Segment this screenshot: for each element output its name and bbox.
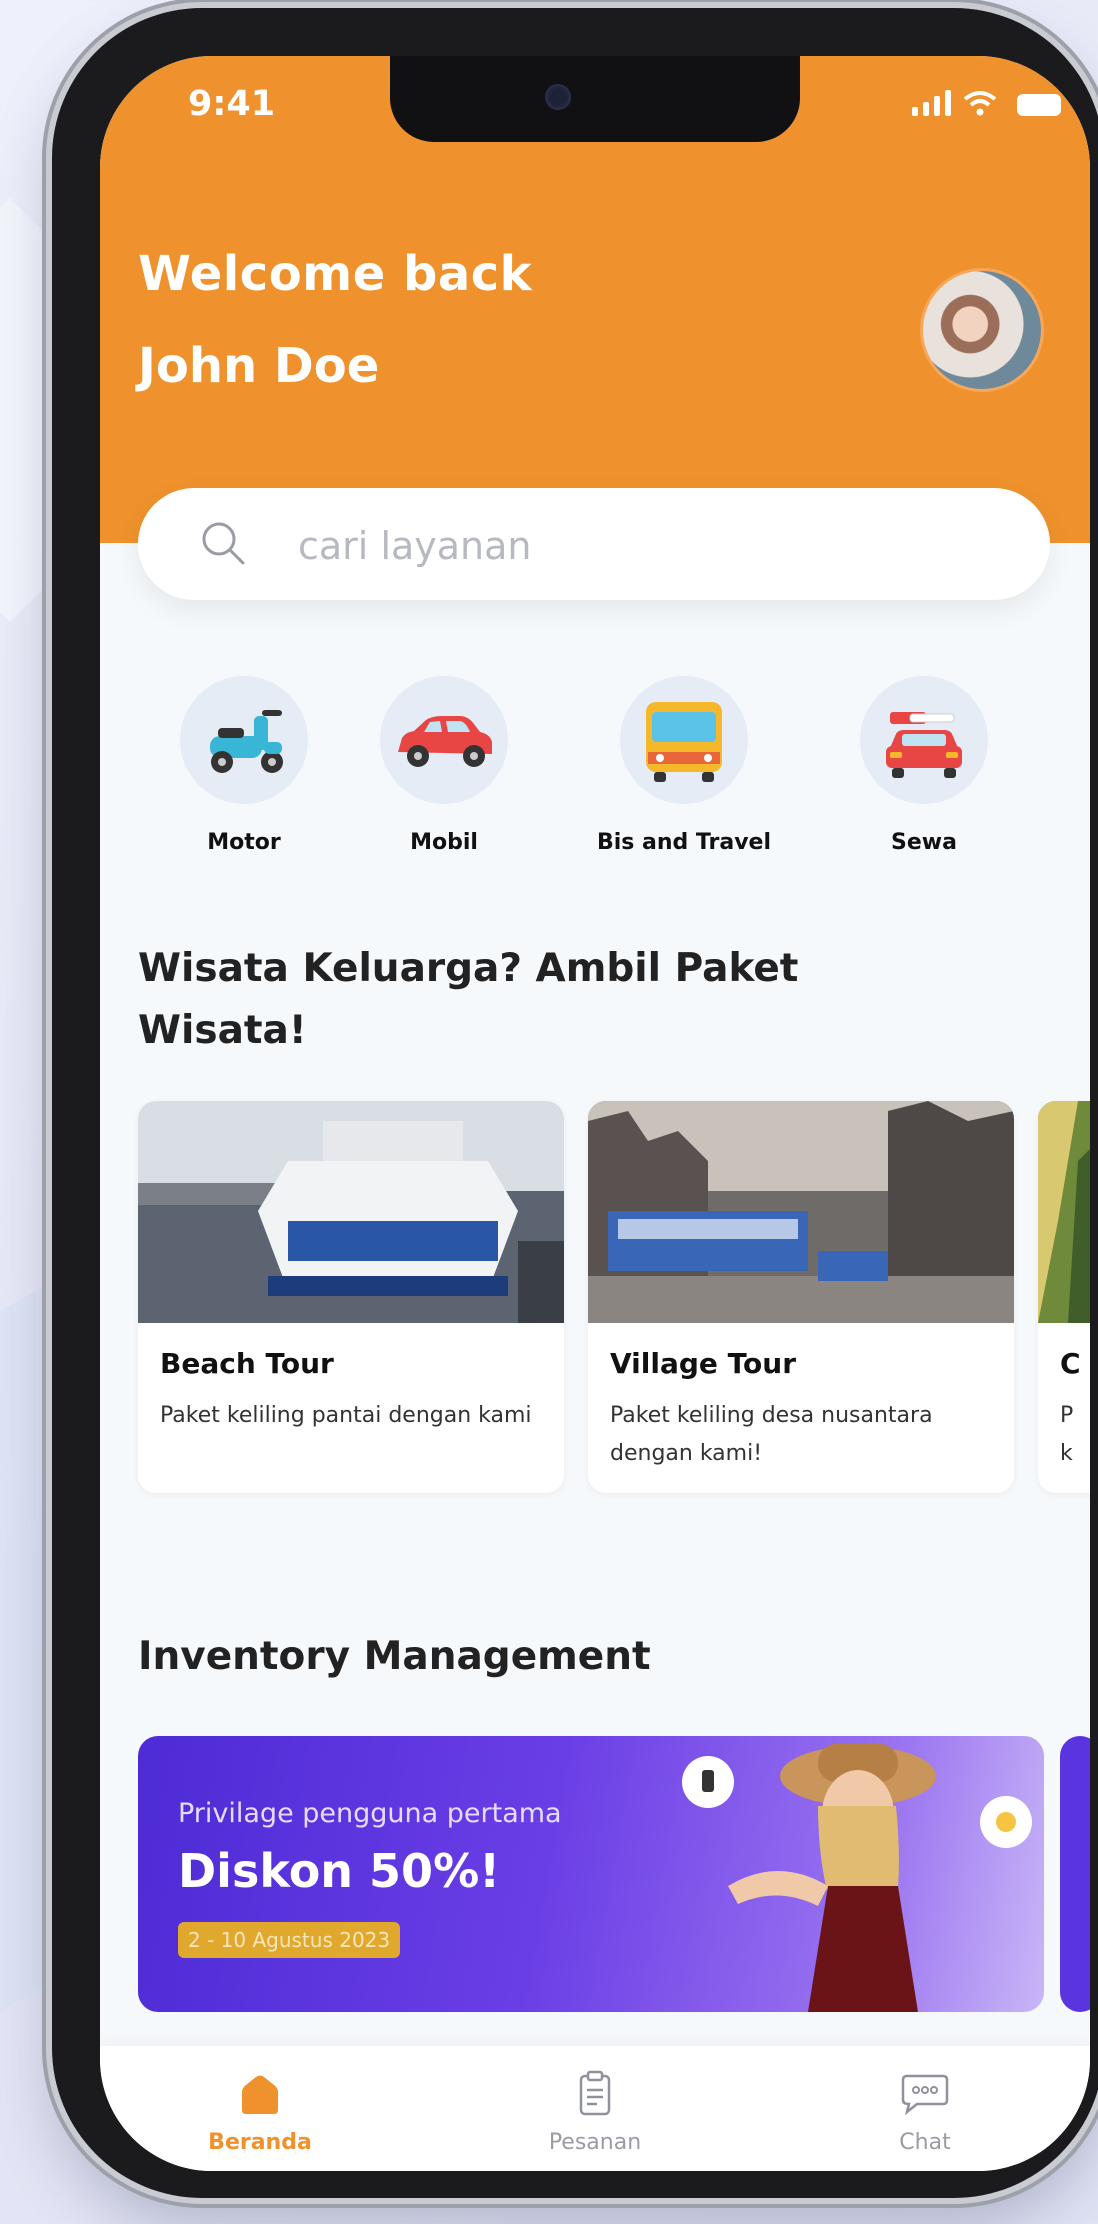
camera-icon <box>545 84 571 110</box>
chat-icon <box>901 2074 949 2116</box>
tour-section-title: Wisata Keluarga? Ambil Paket Wisata! <box>138 938 798 1062</box>
signal-icon <box>912 90 951 116</box>
clipboard-icon <box>579 2070 611 2116</box>
tour-card-village[interactable]: Village Tour Paket keliling desa nusanta… <box>588 1101 1014 1493</box>
category-label: Mobil <box>410 830 478 855</box>
nav-beranda[interactable]: Beranda <box>160 2070 360 2155</box>
bottom-navigation: Beranda Pesanan Chat <box>100 2046 1090 2171</box>
tour-card-description: Paket keliling desa nusantara dengan kam… <box>610 1403 933 1466</box>
tour-card-title: Village Tour <box>610 1347 797 1380</box>
nav-label: Pesanan <box>548 2130 642 2155</box>
status-time: 9:41 <box>188 84 276 124</box>
promo-banner-next[interactable] <box>1060 1736 1090 2012</box>
tour-card-title: Beach Tour <box>160 1347 334 1380</box>
battery-icon <box>1017 94 1061 116</box>
promo-date: 2 - 10 Agustus 2023 <box>178 1922 401 1958</box>
home-icon <box>242 2075 278 2114</box>
nav-label: Chat <box>899 2130 951 2155</box>
app-screen: 9:41 Welcome back John Doe cari layanan … <box>100 56 1090 2171</box>
promo-subtitle: Privilage pengguna pertama <box>178 1798 562 1829</box>
rental-car-icon <box>886 712 962 778</box>
category-label: Sewa <box>891 830 957 855</box>
wifi-icon <box>963 91 997 116</box>
category-bis-travel[interactable]: Bis and Travel <box>574 676 794 855</box>
nav-label: Beranda <box>208 2130 312 2155</box>
inventory-section-title: Inventory Management <box>138 1634 651 1679</box>
phone-frame: 9:41 Welcome back John Doe cari layanan … <box>52 8 1098 2198</box>
tour-card-beach[interactable]: Beach Tour Paket keliling pantai dengan … <box>138 1101 564 1493</box>
user-name: John Doe <box>138 338 380 394</box>
category-motor[interactable]: Motor <box>134 676 354 855</box>
promo-title: Diskon 50%! <box>178 1844 501 1898</box>
category-label: Bis and Travel <box>596 830 772 855</box>
promo-banner[interactable]: Privilage pengguna pertama Diskon 50%! 2… <box>138 1736 1044 2012</box>
nav-chat[interactable]: Chat <box>825 2070 1025 2155</box>
search-icon <box>202 522 245 565</box>
avatar[interactable] <box>920 268 1044 392</box>
status-icons <box>912 90 1061 116</box>
tour-title-line-1: Wisata Keluarga? Ambil Paket <box>138 946 799 991</box>
phone-notch <box>390 56 800 142</box>
tour-card-description: Paket keliling pantai dengan kami <box>160 1403 532 1428</box>
tour-image <box>1038 1101 1090 1323</box>
car-icon <box>398 716 492 767</box>
tour-card-title: C <box>1060 1347 1081 1380</box>
beach-tour-image <box>138 1101 564 1323</box>
tour-card-partial[interactable]: C P k <box>1038 1101 1090 1493</box>
category-label: Motor <box>207 830 281 855</box>
tour-card-description: P k <box>1060 1403 1074 1466</box>
search-bar[interactable]: cari layanan <box>138 488 1050 600</box>
search-input[interactable]: cari layanan <box>298 524 532 568</box>
bus-icon <box>646 702 722 782</box>
nav-pesanan[interactable]: Pesanan <box>495 2070 695 2155</box>
promo-woman-image <box>682 1744 1032 2012</box>
tour-title-line-2: Wisata! <box>138 1008 307 1053</box>
category-sewa[interactable]: Sewa <box>814 676 1034 855</box>
welcome-text: Welcome back <box>138 246 533 302</box>
category-mobil[interactable]: Mobil <box>334 676 554 855</box>
scooter-icon <box>210 710 283 773</box>
village-tour-image <box>588 1101 1014 1323</box>
